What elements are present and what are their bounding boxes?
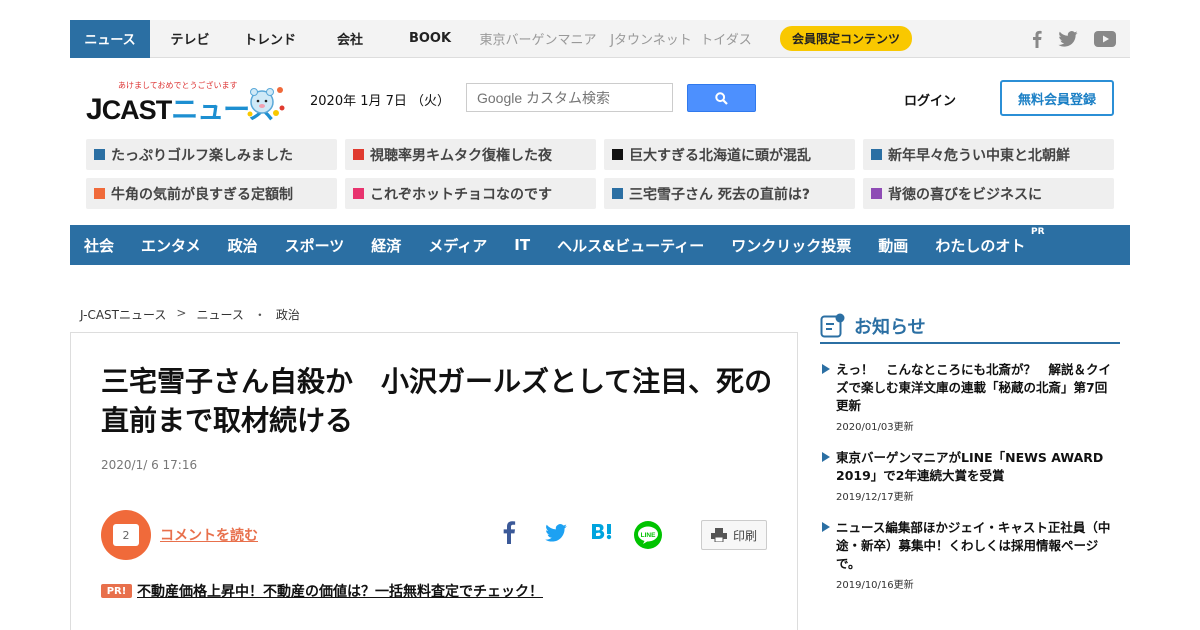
cat-watashi-no-oto[interactable]: わたしのオト (935, 235, 1025, 256)
bullet-square (612, 188, 623, 199)
cat-health-beauty[interactable]: ヘルス&ビューティー (557, 235, 704, 256)
topnav-tv[interactable]: テレビ (150, 20, 230, 58)
breadcrumb-separator: ・ (253, 308, 266, 322)
line-share-icon[interactable]: LINE (633, 520, 663, 550)
comment-count: 2 (122, 528, 130, 542)
topnav-bargain[interactable]: 東京バーゲンマニア (470, 20, 606, 58)
bullet-square (612, 149, 623, 160)
trending-item[interactable]: 三宅雪子さん 死去の直前は? (604, 178, 855, 209)
pr-label: PR (1031, 227, 1045, 237)
read-comments-link[interactable]: コメントを読む (160, 525, 258, 545)
print-label: 印刷 (732, 528, 757, 543)
trending-item[interactable]: 背徳の喜びをビジネスに (863, 178, 1114, 209)
bullet-square (871, 149, 882, 160)
facebook-share-icon[interactable] (502, 520, 516, 544)
trending-item[interactable]: たっぷりゴルフ楽しみました (86, 139, 337, 170)
bullet-square (353, 149, 364, 160)
cat-one-click-vote[interactable]: ワンクリック投票 (731, 235, 851, 256)
trending-item[interactable]: 視聴率男キムタク復権した夜 (345, 139, 596, 170)
notice-item[interactable]: ニュース編集部ほかジェイ・キャスト正社員（中途・新卒）募集中！くわしくは採用情報… (822, 519, 1118, 591)
cat-video[interactable]: 動画 (878, 235, 908, 256)
search-input[interactable] (466, 83, 673, 112)
notice-icon (820, 313, 845, 338)
social-links (1032, 20, 1116, 58)
topnav-trend[interactable]: トレンド (230, 20, 310, 58)
mascot-icon (244, 82, 288, 124)
topnav-book[interactable]: BOOK (390, 20, 470, 58)
cat-media[interactable]: メディア (428, 235, 487, 256)
trending-item[interactable]: これぞホットチョコなのです (345, 178, 596, 209)
cat-society[interactable]: 社会 (84, 235, 114, 256)
triangle-bullet-icon (822, 522, 830, 532)
cat-sports[interactable]: スポーツ (285, 235, 345, 256)
comment-bubble-icon: 2 (113, 524, 139, 546)
comment-count-button[interactable]: 2 (101, 510, 151, 560)
current-date: 2020年 1月 7日 （火） (310, 94, 451, 109)
notice-header: お知らせ (820, 310, 1120, 344)
top-nav: ニュース テレビ トレンド 会社 BOOK 東京バーゲンマニア Jタウンネット … (70, 19, 1130, 58)
pr-badge: PR! (101, 584, 132, 598)
topnav-news[interactable]: ニュース (70, 19, 150, 58)
cat-entertainment[interactable]: エンタメ (141, 235, 201, 256)
trending-item[interactable]: 巨大すぎる北海道に頭が混乱 (604, 139, 855, 170)
breadcrumb-section[interactable]: ニュース (196, 306, 243, 323)
svg-text:LINE: LINE (641, 532, 656, 539)
trending-item[interactable]: 新年早々危うい中東と北朝鮮 (863, 139, 1114, 170)
trending-item[interactable]: 牛角の気前が良すぎる定額制 (86, 178, 337, 209)
search-button[interactable] (687, 84, 756, 112)
breadcrumb-separator: > (176, 306, 187, 320)
facebook-icon[interactable] (1032, 30, 1042, 48)
topnav-toidasu[interactable]: トイダス (696, 20, 756, 58)
notice-item[interactable]: えっ！ こんなところにも北斎が？ 解説＆クイズで楽しむ東洋文庫の連載「秘蔵の北斎… (822, 361, 1118, 433)
twitter-icon[interactable] (1058, 31, 1078, 47)
bullet-square (353, 188, 364, 199)
hatena-bookmark-icon[interactable] (590, 522, 614, 544)
topnav-company[interactable]: 会社 (310, 20, 390, 58)
youtube-icon[interactable] (1094, 31, 1116, 47)
notice-title: お知らせ (854, 317, 926, 338)
login-link[interactable]: ログイン (904, 90, 956, 109)
cat-it[interactable]: IT (514, 236, 530, 254)
bullet-square (94, 149, 105, 160)
twitter-share-icon[interactable] (545, 524, 567, 542)
category-nav: 社会 エンタメ 政治 スポーツ 経済 メディア IT ヘルス&ビューティー ワン… (70, 225, 1130, 265)
notice-text[interactable]: ニュース編集部ほかジェイ・キャスト正社員（中途・新卒）募集中！くわしくは採用情報… (836, 519, 1118, 573)
notice-item[interactable]: 東京バーゲンマニアがLINE「NEWS AWARD 2019」で2年連続大賞を受… (822, 449, 1118, 503)
search-icon (715, 91, 728, 105)
signup-button[interactable]: 無料会員登録 (1000, 80, 1114, 116)
cat-politics[interactable]: 政治 (228, 235, 258, 256)
breadcrumb-category[interactable]: 政治 (276, 306, 300, 323)
bullet-square (871, 188, 882, 199)
notice-updated: 2019/10/16更新 (836, 580, 914, 591)
triangle-bullet-icon (822, 452, 830, 462)
article-headline: 三宅雪子さん自殺か 小沢ガールズとして注目、死の直前まで取材続ける (101, 365, 773, 437)
topnav-jtown[interactable]: Jタウンネット (606, 20, 696, 58)
cat-economy[interactable]: 経済 (371, 235, 401, 256)
pr-ad-link[interactable]: 不動産価格上昇中！不動産の価値は？一括無料査定でチェック！ (137, 581, 543, 601)
print-button[interactable]: 印刷 (701, 520, 767, 550)
notice-updated: 2020/01/03更新 (836, 422, 914, 433)
bullet-square (94, 188, 105, 199)
breadcrumb-home[interactable]: J-CASTニュース (80, 306, 166, 323)
notice-updated: 2019/12/17更新 (836, 492, 914, 503)
members-only-badge[interactable]: 会員限定コンテンツ (780, 26, 913, 51)
breadcrumb: J-CASTニュース > ニュース ・ 政治 (80, 306, 300, 323)
article-timestamp: 2020/1/ 6 17:16 (101, 458, 198, 472)
notice-text[interactable]: 東京バーゲンマニアがLINE「NEWS AWARD 2019」で2年連続大賞を受… (836, 449, 1118, 485)
notice-text[interactable]: えっ！ こんなところにも北斎が？ 解説＆クイズで楽しむ東洋文庫の連載「秘蔵の北斎… (836, 361, 1118, 415)
triangle-bullet-icon (822, 364, 830, 374)
printer-icon (710, 528, 727, 542)
